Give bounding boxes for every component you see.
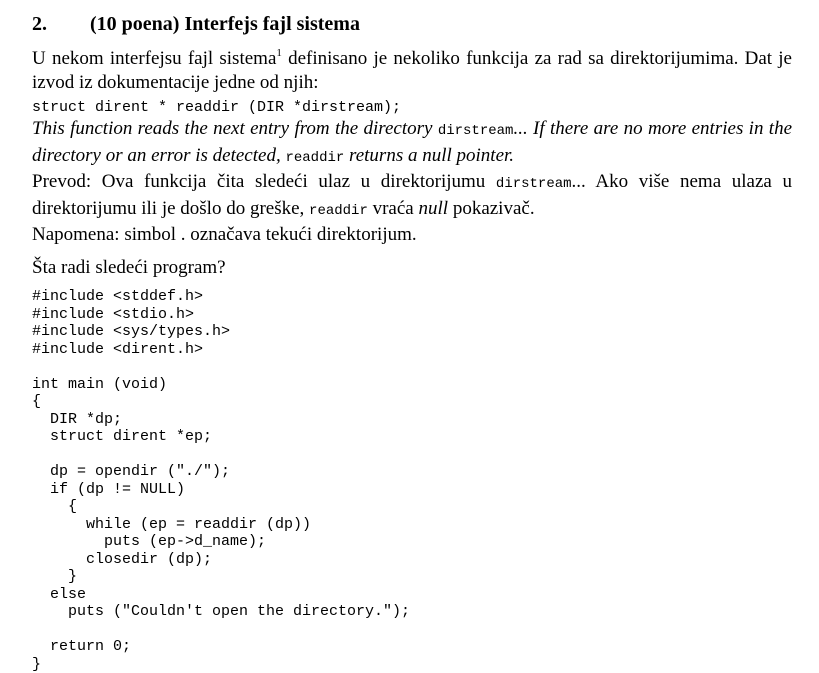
- english-doc-code-dirstream: dirstream: [438, 123, 514, 139]
- code-line: puts ("Couldn't open the directory.");: [32, 603, 792, 621]
- code-listing: #include <stddef.h>#include <stdio.h>#in…: [32, 288, 792, 673]
- code-line: [32, 358, 792, 376]
- english-doc-part3: returns a null pointer.: [344, 145, 514, 166]
- code-line: #include <stdio.h>: [32, 306, 792, 324]
- code-line: [32, 621, 792, 639]
- english-doc-part1: This function reads the next entry from …: [32, 118, 438, 139]
- code-line: #include <stddef.h>: [32, 288, 792, 306]
- translation-paragraph: Prevod: Ova funkcija čita sledeći ulaz u…: [32, 170, 792, 223]
- english-documentation: This function reads the next entry from …: [32, 117, 792, 170]
- code-line: {: [32, 498, 792, 516]
- intro-paragraph: U nekom interfejsu fajl sistema1 definis…: [32, 47, 792, 94]
- problem-heading: 2.(10 poena) Interfejs fajl sistema: [32, 12, 792, 36]
- translation-null-italic: null: [419, 198, 449, 219]
- code-line: dp = opendir ("./");: [32, 463, 792, 481]
- function-prototype: struct dirent * readdir (DIR *dirstream)…: [32, 98, 792, 117]
- problem-number: 2.: [32, 12, 90, 36]
- translation-part4: pokazivač.: [448, 198, 535, 219]
- code-line: }: [32, 656, 792, 673]
- code-line: puts (ep->d_name);: [32, 533, 792, 551]
- english-doc-code-readdir: readdir: [285, 150, 344, 166]
- problem-title: (10 poena) Interfejs fajl sistema: [90, 13, 360, 35]
- code-line: int main (void): [32, 376, 792, 394]
- code-line: [32, 446, 792, 464]
- translation-part1: Prevod: Ova funkcija čita sledeći ulaz u…: [32, 171, 496, 192]
- code-line: #include <sys/types.h>: [32, 323, 792, 341]
- intro-text-start: U nekom interfejsu fajl sistema: [32, 48, 276, 69]
- code-line: }: [32, 568, 792, 586]
- code-line: {: [32, 393, 792, 411]
- code-line: struct dirent *ep;: [32, 428, 792, 446]
- note-paragraph: Napomena: simbol . označava tekući direk…: [32, 223, 792, 247]
- translation-part3: vraća: [368, 198, 419, 219]
- translation-code-dirstream: dirstream: [496, 176, 572, 192]
- code-line: closedir (dp);: [32, 551, 792, 569]
- document-page: 2.(10 poena) Interfejs fajl sistema U ne…: [32, 12, 792, 673]
- code-line: else: [32, 586, 792, 604]
- code-line: DIR *dp;: [32, 411, 792, 429]
- code-line: return 0;: [32, 638, 792, 656]
- question-text: Šta radi sledeći program?: [32, 256, 792, 280]
- code-line: #include <dirent.h>: [32, 341, 792, 359]
- code-line: while (ep = readdir (dp)): [32, 516, 792, 534]
- translation-code-readdir: readdir: [309, 203, 368, 219]
- code-line: if (dp != NULL): [32, 481, 792, 499]
